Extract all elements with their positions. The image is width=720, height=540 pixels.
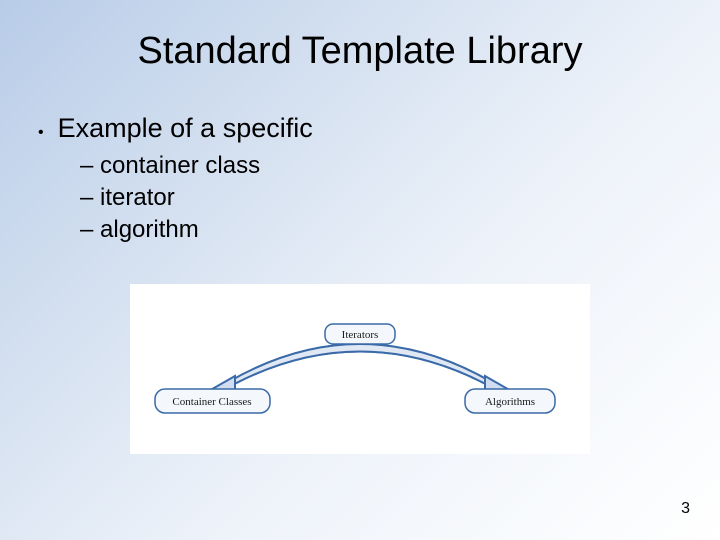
page-number: 3 — [681, 500, 690, 518]
sub-item-list: – container class – iterator – algorithm — [80, 152, 720, 244]
diagram-container: Iterators Container Classes Algorithms — [130, 284, 590, 454]
iterators-label: Iterators — [342, 329, 379, 341]
sub-item-label: container class — [100, 152, 260, 179]
stl-diagram: Iterators Container Classes Algorithms — [130, 284, 590, 454]
sub-item: – iterator — [80, 184, 720, 212]
bullet-item: • Example of a specific — [38, 113, 720, 144]
sub-item-label: algorithm — [100, 216, 199, 243]
sub-item: – container class — [80, 152, 720, 180]
container-label: Container Classes — [172, 396, 251, 408]
slide-title: Standard Template Library — [0, 0, 720, 73]
algorithms-label: Algorithms — [485, 396, 535, 408]
sub-item-label: iterator — [100, 184, 175, 211]
bullet-text: Example of a specific — [58, 113, 313, 144]
content-area: • Example of a specific – container clas… — [38, 113, 720, 244]
sub-item: – algorithm — [80, 216, 720, 244]
bullet-marker: • — [38, 125, 44, 141]
